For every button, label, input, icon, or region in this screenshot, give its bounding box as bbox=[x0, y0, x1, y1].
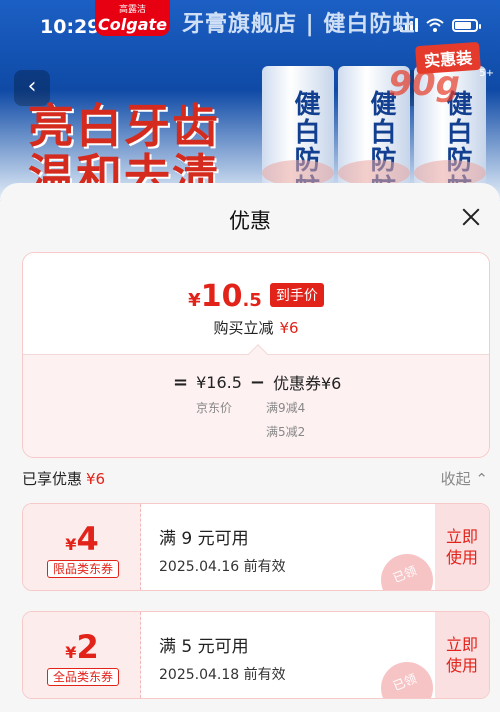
use-now-button[interactable]: 立即使用 bbox=[435, 612, 489, 698]
discount-sheet: 优惠 ¥ 10 .5 到手价 购买立减 ¥6 = ¥16.5 − 优惠券¥6 京东… bbox=[0, 183, 500, 712]
coupon-type-badge: 限品类东券 bbox=[47, 560, 119, 578]
close-icon[interactable] bbox=[456, 203, 486, 233]
minus-sign: − bbox=[249, 371, 265, 393]
product-page-background: 10:29 高露洁 Colgate 牙膏旗舰店 | 健白防蛀 ‹ ☆ ➦ 亮白牙… bbox=[0, 0, 500, 200]
coupon-detail-2: 满5减2 bbox=[266, 425, 306, 439]
price-decimal: .5 bbox=[242, 290, 262, 311]
discount-label: 购买立减 bbox=[213, 319, 274, 337]
summary-top: ¥ 10 .5 到手价 购买立减 ¥6 bbox=[23, 253, 489, 354]
promo-count: 5+ bbox=[479, 68, 494, 79]
price-integer: 10 bbox=[200, 279, 243, 314]
collapse-button[interactable]: 收起 ⌃ bbox=[441, 468, 488, 489]
enjoyed-discount-row: 已享优惠 ¥6 收起 ⌃ bbox=[22, 468, 490, 490]
coupon-condition: 满 5 元可用 bbox=[159, 637, 249, 657]
enjoyed-amount: ¥6 bbox=[86, 470, 106, 488]
promo-weight: 90g bbox=[388, 64, 460, 104]
chevron-up-icon: ⌃ bbox=[475, 470, 488, 488]
discount-amount: ¥6 bbox=[279, 319, 299, 337]
wifi-icon bbox=[426, 18, 444, 32]
coupon-value-panel: ¥4 限品类东券 bbox=[23, 504, 141, 590]
coupon-validity: 2025.04.18 前有效 bbox=[159, 667, 286, 683]
coupon-card: ¥2 全品类东券 满 5 元可用 2025.04.18 前有效 已领 立即使用 bbox=[22, 611, 490, 699]
jd-price: ¥16.5 bbox=[196, 372, 242, 392]
status-time: 10:29 bbox=[40, 16, 101, 38]
use-now-button[interactable]: 立即使用 bbox=[435, 504, 489, 590]
coupon-card: ¥4 限品类东券 满 9 元可用 2025.04.16 前有效 已领 立即使用 bbox=[22, 503, 490, 591]
coupon-type-badge: 全品类东券 bbox=[47, 668, 119, 686]
currency-symbol: ¥ bbox=[188, 290, 201, 311]
coupon-detail-1: 满9减4 bbox=[266, 401, 306, 415]
claimed-stamp: 已领 bbox=[373, 546, 441, 590]
product-tube: 健白防蛀 bbox=[262, 66, 334, 200]
coupon-total: 优惠券¥6 bbox=[273, 374, 342, 393]
brand-logo: 高露洁 Colgate bbox=[95, 0, 170, 36]
enjoyed-label: 已享优惠 bbox=[22, 470, 83, 488]
coupon-value-panel: ¥2 全品类东券 bbox=[23, 612, 141, 698]
sheet-title: 优惠 bbox=[229, 209, 271, 233]
price-breakdown: = ¥16.5 − 优惠券¥6 京东价 满9减4 满5减2 bbox=[23, 354, 489, 457]
price-summary-card: ¥ 10 .5 到手价 购买立减 ¥6 = ¥16.5 − 优惠券¥6 京东价 满… bbox=[22, 252, 490, 458]
store-title: 牙膏旗舰店 | 健白防蛀 bbox=[182, 12, 416, 37]
final-price-tag: 到手价 bbox=[269, 283, 324, 307]
final-price: ¥ 10 .5 到手价 bbox=[23, 279, 489, 314]
price-formula: = ¥16.5 − 优惠券¥6 bbox=[173, 370, 341, 394]
jd-price-label: 京东价 bbox=[196, 401, 233, 415]
coupon-value: ¥4 bbox=[65, 520, 99, 558]
instant-discount: 购买立减 ¥6 bbox=[23, 317, 489, 338]
claimed-stamp: 已领 bbox=[373, 654, 441, 698]
coupon-condition: 满 9 元可用 bbox=[159, 529, 249, 549]
coupon-validity: 2025.04.16 前有效 bbox=[159, 559, 286, 575]
equals-sign: = bbox=[173, 371, 189, 393]
coupon-value: ¥2 bbox=[65, 628, 99, 666]
battery-icon bbox=[452, 18, 481, 32]
